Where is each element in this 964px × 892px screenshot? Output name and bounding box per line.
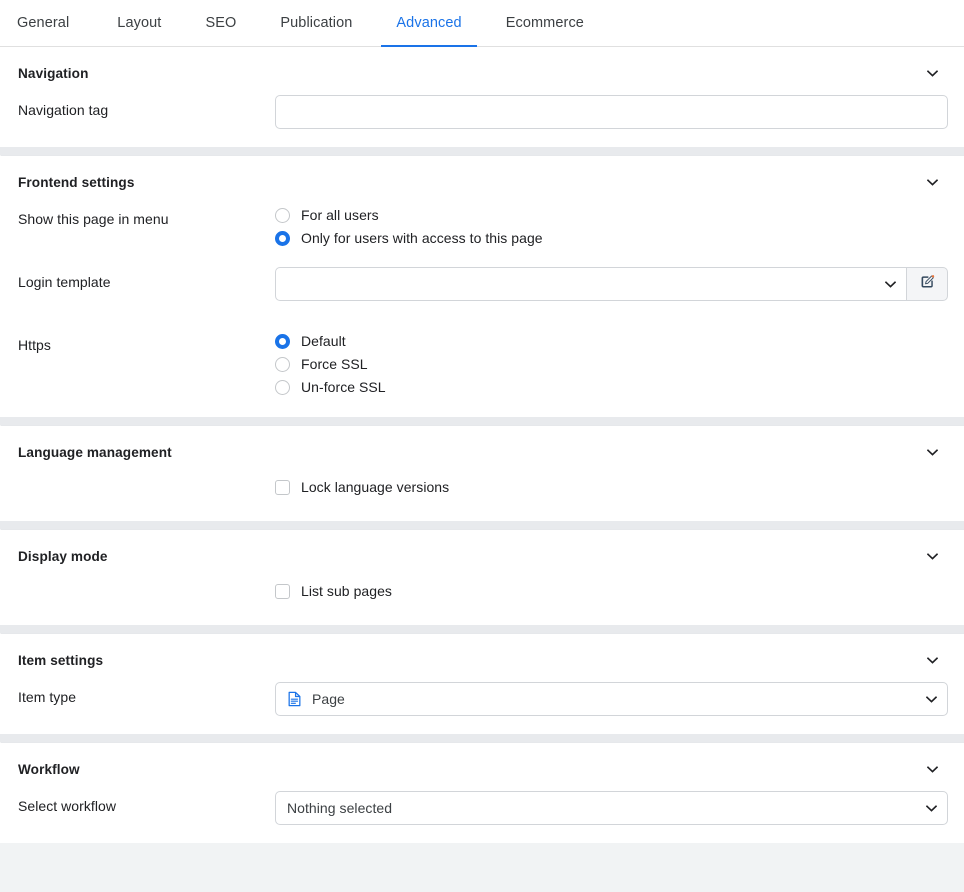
checkbox-label: Lock language versions [301, 479, 450, 495]
https-label: Https [18, 337, 51, 353]
tab-label: General [17, 15, 70, 31]
section-workflow-header[interactable]: Workflow [18, 743, 947, 791]
row-show-page-in-menu: Show this page in menu For all users Onl… [18, 204, 947, 246]
section-navigation: Navigation Navigation tag [0, 47, 964, 147]
tab-general[interactable]: General [17, 0, 95, 46]
page-document-icon [287, 691, 302, 707]
row-lock-language-versions: Lock language versions [18, 474, 947, 521]
login-template-label: Login template [18, 274, 111, 290]
section-item-settings: Item settings Item type Page [0, 633, 964, 734]
radio-indicator [275, 207, 290, 223]
radio-indicator-selected [275, 230, 290, 246]
tab-label: SEO [205, 15, 237, 31]
section-workflow: Workflow Select workflow Nothing selecte… [0, 742, 964, 843]
row-list-sub-pages: List sub pages [18, 578, 947, 625]
item-type-label: Item type [18, 689, 77, 705]
section-frontend-header[interactable]: Frontend settings [18, 156, 947, 204]
section-display-header[interactable]: Display mode [18, 530, 947, 578]
radio-option-for-all-users[interactable]: For all users [275, 207, 543, 223]
show-in-menu-radio-group: For all users Only for users with access… [275, 204, 543, 246]
section-item-header[interactable]: Item settings [18, 634, 947, 682]
section-title: Navigation [18, 65, 89, 81]
radio-label: For all users [301, 207, 379, 223]
section-navigation-header[interactable]: Navigation [18, 47, 947, 95]
https-radio-group: Default Force SSL Un-force SSL [275, 330, 386, 395]
radio-indicator-selected [275, 333, 290, 349]
chevron-down-icon[interactable] [925, 653, 939, 667]
section-title: Frontend settings [18, 174, 135, 190]
item-type-select[interactable]: Page [275, 682, 948, 716]
radio-option-only-users-with-access[interactable]: Only for users with access to this page [275, 230, 543, 246]
edit-pencil-square-icon [919, 273, 936, 295]
tab-label: Advanced [396, 15, 462, 31]
tab-ecommerce[interactable]: Ecommerce [484, 0, 606, 46]
chevron-down-icon [885, 267, 896, 301]
row-navigation-tag: Navigation tag [18, 95, 948, 147]
navigation-tag-label: Navigation tag [18, 102, 109, 118]
checkbox-indicator [275, 479, 290, 495]
tab-label: Layout [117, 15, 162, 31]
chevron-down-icon[interactable] [925, 445, 939, 459]
radio-option-force-ssl[interactable]: Force SSL [275, 356, 386, 372]
select-workflow-value: Nothing selected [287, 800, 393, 816]
row-login-template: Login template [18, 267, 948, 309]
select-workflow-dropdown[interactable]: Nothing selected [275, 791, 948, 825]
radio-label: Default [301, 333, 346, 349]
chevron-down-icon [926, 791, 937, 825]
edit-login-template-button[interactable] [907, 267, 948, 301]
checkbox-list-sub-pages[interactable]: List sub pages [275, 583, 392, 599]
tab-label: Ecommerce [505, 15, 584, 31]
radio-label: Force SSL [301, 356, 368, 372]
section-title: Language management [18, 444, 172, 460]
item-type-value: Page [312, 691, 345, 707]
settings-sections: Navigation Navigation tag Frontend setti… [0, 47, 964, 843]
checkbox-label: List sub pages [301, 583, 392, 599]
advanced-settings-page: General Layout SEO Publication Advanced … [0, 0, 964, 892]
row-item-type: Item type Page [18, 682, 948, 734]
chevron-down-icon [926, 682, 937, 716]
navigation-tag-input[interactable] [275, 95, 948, 129]
chevron-down-icon[interactable] [925, 175, 939, 189]
tab-layout[interactable]: Layout [95, 0, 183, 46]
tab-seo[interactable]: SEO [183, 0, 258, 46]
row-https: Https Default Force SSL Un-force SSL [18, 330, 947, 417]
tab-label: Publication [280, 15, 353, 31]
radio-indicator [275, 356, 290, 372]
chevron-down-icon[interactable] [925, 762, 939, 776]
display-empty-label [18, 583, 275, 590]
chevron-down-icon[interactable] [925, 66, 939, 80]
section-language-management: Language management Lock language versio… [0, 425, 964, 521]
section-language-header[interactable]: Language management [18, 426, 947, 474]
settings-tab-bar: General Layout SEO Publication Advanced … [0, 0, 964, 47]
checkbox-indicator [275, 583, 290, 599]
select-workflow-label: Select workflow [18, 798, 117, 814]
section-title: Item settings [18, 652, 104, 668]
language-empty-label [18, 479, 275, 486]
radio-indicator [275, 379, 290, 395]
section-title: Display mode [18, 548, 108, 564]
radio-option-default[interactable]: Default [275, 333, 386, 349]
section-frontend-settings: Frontend settings Show this page in menu… [0, 155, 964, 417]
section-title: Workflow [18, 761, 80, 777]
section-display-mode: Display mode List sub pages [0, 529, 964, 625]
radio-label: Un-force SSL [301, 379, 386, 395]
checkbox-lock-language-versions[interactable]: Lock language versions [275, 479, 449, 495]
tab-publication[interactable]: Publication [258, 0, 374, 46]
show-in-menu-label: Show this page in menu [18, 211, 169, 227]
login-template-select[interactable] [275, 267, 907, 301]
radio-label: Only for users with access to this page [301, 230, 543, 246]
row-select-workflow: Select workflow Nothing selected [18, 791, 948, 843]
chevron-down-icon[interactable] [925, 549, 939, 563]
tab-advanced[interactable]: Advanced [374, 0, 483, 47]
radio-option-unforce-ssl[interactable]: Un-force SSL [275, 379, 386, 395]
login-template-control [275, 267, 948, 301]
